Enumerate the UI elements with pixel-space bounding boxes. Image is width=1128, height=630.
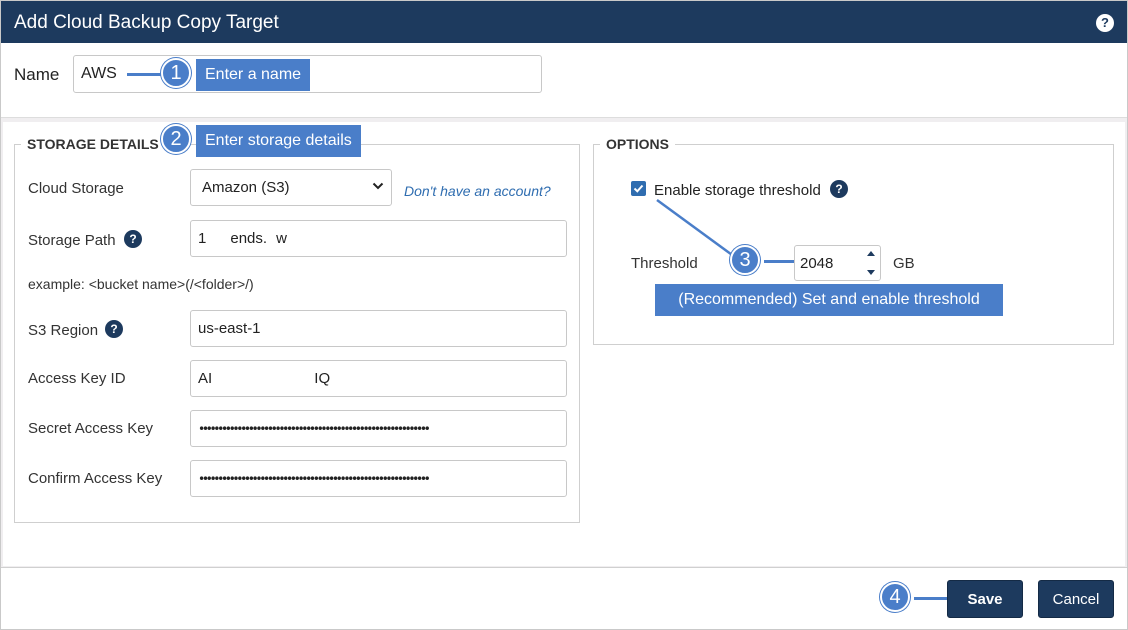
dialog-title: Add Cloud Backup Copy Target [14,12,279,33]
callout-1-box: Enter a name [196,59,311,91]
access-key-label: Access Key ID [28,370,126,387]
dialog-titlebar: Add Cloud Backup Copy Target ? [1,1,1127,43]
confirm-key-label: Confirm Access Key [28,470,163,487]
storage-path-input[interactable] [190,220,567,257]
checkmark-icon [633,184,644,193]
s3-region-input[interactable] [190,310,567,347]
callout-3-box: (Recommended) Set and enable threshold [655,284,1003,316]
s3-region-label: S3 Region [28,322,99,339]
callout-3-badge: 3 [730,245,760,275]
question-circle-icon[interactable]: ? [1096,14,1114,32]
dialog-body: STORAGE DETAILS Cloud Storage Amazon (S3… [1,117,1127,567]
dialog-body-inner: STORAGE DETAILS Cloud Storage Amazon (S3… [3,122,1125,566]
storage-details-legend: STORAGE DETAILS [21,136,165,152]
account-link[interactable]: Don't have an account? [404,183,551,199]
threshold-unit: GB [893,255,915,272]
dialog-footer: Save Cancel [1,567,1127,629]
cloud-storage-label: Cloud Storage [28,180,124,197]
save-button[interactable]: Save [947,580,1023,618]
cloud-storage-selected-value: Amazon (S3) [202,179,290,196]
callout-1-line [127,73,163,76]
storage-path-help-icon[interactable]: ? [124,230,142,248]
callout-1-badge: 1 [161,58,191,88]
name-label: Name [14,65,60,84]
access-key-input[interactable] [190,360,567,397]
storage-path-example: example: <bucket name>(/<folder>/) [28,276,254,292]
enable-threshold-checkbox[interactable] [631,181,646,196]
callout-4-badge: 4 [880,582,910,612]
add-cloud-backup-dialog: Add Cloud Backup Copy Target ? Name STOR… [0,0,1128,630]
s3-region-help-icon[interactable]: ? [105,320,123,338]
spinner-arrows-icon[interactable] [864,246,878,280]
secret-key-label: Secret Access Key [28,420,154,437]
cancel-button[interactable]: Cancel [1038,580,1114,618]
secret-key-input[interactable] [190,410,567,447]
callout-2-badge: 2 [161,124,191,154]
cloud-storage-select[interactable]: Amazon (S3) [190,169,392,206]
callout-3-line [764,260,794,263]
options-legend: OPTIONS [600,136,676,152]
storage-path-label: Storage Path [28,232,116,249]
callout-2-box: Enter storage details [196,125,361,157]
callout-4-line [914,597,947,600]
chevron-down-icon [372,182,384,190]
confirm-key-input[interactable] [190,460,567,497]
threshold-help-icon[interactable]: ? [830,180,848,198]
